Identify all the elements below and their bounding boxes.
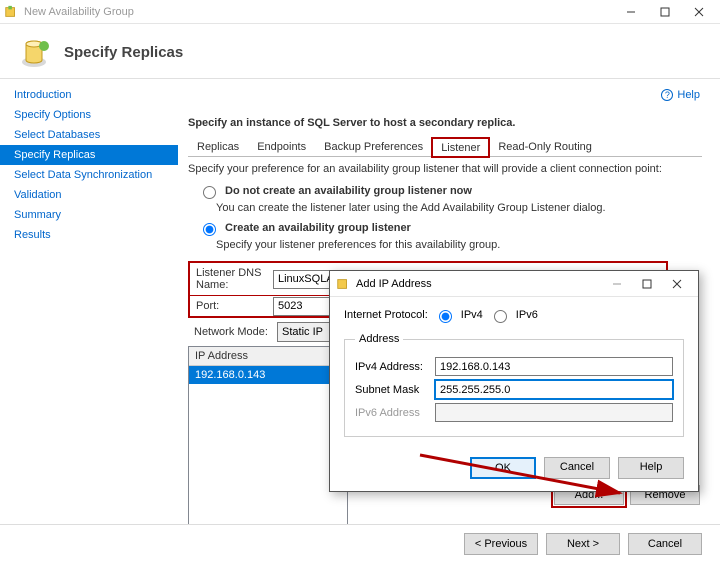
next-button[interactable]: Next > bbox=[546, 533, 620, 555]
ipv6-address-label: IPv6 Address bbox=[355, 407, 435, 419]
radio-no-create-listener[interactable] bbox=[203, 186, 216, 199]
cancel-button[interactable]: Cancel bbox=[628, 533, 702, 555]
dialog-ok-button[interactable]: OK bbox=[470, 457, 536, 479]
nav-specify-replicas[interactable]: Specify Replicas bbox=[0, 145, 178, 165]
radio-create-label: Create an availability group listener bbox=[225, 222, 411, 234]
dialog-help-button[interactable]: Help bbox=[618, 457, 684, 479]
nav-select-databases[interactable]: Select Databases bbox=[0, 125, 178, 145]
dialog-title: Add IP Address bbox=[356, 278, 432, 290]
instruction-text: Specify an instance of SQL Server to hos… bbox=[188, 117, 702, 129]
nav-select-data-sync[interactable]: Select Data Synchronization bbox=[0, 165, 178, 185]
tab-read-only-routing[interactable]: Read-Only Routing bbox=[489, 137, 601, 156]
port-label: Port: bbox=[190, 296, 273, 316]
app-icon bbox=[4, 5, 18, 19]
ipv4-address-input[interactable] bbox=[435, 357, 673, 376]
radio-create-listener[interactable] bbox=[203, 223, 216, 236]
protocol-label: Internet Protocol: bbox=[344, 309, 428, 321]
minimize-button[interactable] bbox=[614, 1, 648, 23]
dialog-cancel-button[interactable]: Cancel bbox=[544, 457, 610, 479]
ip-table-row[interactable]: 192.168.0.143 bbox=[189, 366, 347, 384]
ip-table-header: IP Address bbox=[189, 347, 347, 366]
preference-note: Specify your preference for an availabil… bbox=[188, 163, 702, 175]
wizard-nav: Introduction Specify Options Select Data… bbox=[0, 79, 178, 545]
nav-validation[interactable]: Validation bbox=[0, 185, 178, 205]
maximize-button[interactable] bbox=[648, 1, 682, 23]
wizard-footer: < Previous Next > Cancel bbox=[0, 524, 720, 562]
help-icon: ? bbox=[661, 89, 673, 101]
help-label: Help bbox=[677, 89, 700, 101]
dialog-minimize-button[interactable] bbox=[602, 273, 632, 295]
create-subtext: Specify your listener preferences for th… bbox=[216, 239, 702, 251]
subnet-mask-label: Subnet Mask bbox=[355, 384, 435, 396]
title-bar: New Availability Group bbox=[0, 0, 720, 24]
radio-ipv4[interactable] bbox=[439, 310, 452, 323]
radio-no-create-label: Do not create an availability group list… bbox=[225, 185, 472, 197]
page-title: Specify Replicas bbox=[64, 44, 183, 61]
address-fieldset: Address IPv4 Address: Subnet Mask IPv6 A… bbox=[344, 333, 684, 437]
dialog-close-button[interactable] bbox=[662, 273, 692, 295]
close-button[interactable] bbox=[682, 1, 716, 23]
previous-button[interactable]: < Previous bbox=[464, 533, 538, 555]
ip-table-body bbox=[189, 384, 347, 544]
ipv6-address-input[interactable] bbox=[435, 403, 673, 422]
wizard-header: Specify Replicas bbox=[0, 24, 720, 79]
ip-table: IP Address 192.168.0.143 bbox=[188, 346, 348, 545]
nav-summary[interactable]: Summary bbox=[0, 205, 178, 225]
tab-replicas[interactable]: Replicas bbox=[188, 137, 248, 156]
nav-introduction[interactable]: Introduction bbox=[0, 85, 178, 105]
no-create-subtext: You can create the listener later using … bbox=[216, 202, 702, 214]
address-legend: Address bbox=[355, 333, 403, 345]
dialog-app-icon bbox=[336, 277, 350, 291]
ipv4-label: IPv4 bbox=[461, 309, 483, 321]
ipv4-address-label: IPv4 Address: bbox=[355, 361, 435, 373]
replica-tabs: Replicas Endpoints Backup Preferences Li… bbox=[188, 137, 702, 157]
nav-results[interactable]: Results bbox=[0, 225, 178, 245]
tab-endpoints[interactable]: Endpoints bbox=[248, 137, 315, 156]
radio-ipv6[interactable] bbox=[494, 310, 507, 323]
add-ip-dialog: Add IP Address Internet Protocol: IPv4 I… bbox=[329, 270, 699, 492]
subnet-mask-input[interactable] bbox=[435, 380, 673, 399]
ipv6-label: IPv6 bbox=[516, 309, 538, 321]
window-title: New Availability Group bbox=[24, 6, 134, 18]
netmode-label: Network Mode: bbox=[188, 326, 277, 338]
tab-listener[interactable]: Listener bbox=[432, 138, 489, 157]
tab-backup-preferences[interactable]: Backup Preferences bbox=[315, 137, 432, 156]
help-link[interactable]: ? Help bbox=[661, 89, 700, 101]
dialog-maximize-button[interactable] bbox=[632, 273, 662, 295]
wizard-icon bbox=[18, 34, 54, 70]
nav-specify-options[interactable]: Specify Options bbox=[0, 105, 178, 125]
dns-label: Listener DNS Name: bbox=[190, 263, 273, 295]
